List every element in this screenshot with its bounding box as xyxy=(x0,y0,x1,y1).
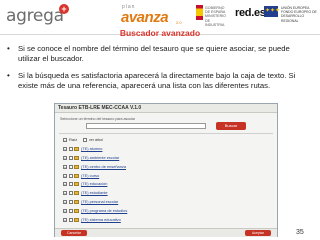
slide-title: Buscador avanzado xyxy=(119,28,201,38)
bullet-text: Si se conoce el nombre del término del t… xyxy=(18,44,290,63)
bullet-dot-icon: • xyxy=(7,71,10,80)
cancel-button[interactable]: Cancelar xyxy=(61,230,87,236)
tree-item-checkbox[interactable] xyxy=(69,218,73,223)
thesaurus-hint: Seleccione un término del tesauro para a… xyxy=(60,117,136,121)
tree-item-label[interactable]: (TE) curso xyxy=(81,173,99,179)
tree-item-checkbox[interactable] xyxy=(69,155,73,160)
tree-item-label[interactable]: (TE) estudiante xyxy=(81,190,108,196)
thesaurus-search-row: Buscar xyxy=(60,122,272,130)
tree-item-checkbox[interactable] xyxy=(69,173,73,178)
bullet-item: • Si la búsqueda es satisfactoria aparec… xyxy=(6,71,312,91)
expand-icon[interactable]: + xyxy=(63,191,67,196)
page-number: 35 xyxy=(296,229,304,236)
eu-logo-text: UNIÓN EUROPEA FONDO EUROPEO DE DESARROLL… xyxy=(281,6,317,23)
tree-item[interactable]: + (TE) alumno xyxy=(63,146,263,153)
tree-item-label[interactable]: (TE) educación xyxy=(81,181,107,187)
thesaurus-title-bar: Tesauro ETB-LRE MEC-CCAA V.1.0 xyxy=(55,104,277,113)
tree-root-label: Raíz xyxy=(69,137,78,142)
agrega-plus-icon: + xyxy=(59,4,69,14)
tree-item[interactable]: + (TE) programa de estudios xyxy=(63,208,263,215)
expand-icon[interactable]: + xyxy=(63,155,67,160)
tree-item[interactable]: + (TE) curso xyxy=(63,173,263,180)
folder-icon xyxy=(74,173,79,178)
thesaurus-divider xyxy=(59,133,273,134)
tree-item-label[interactable]: (TE) centro de enseñanza xyxy=(81,164,126,170)
tree-item-checkbox[interactable] xyxy=(69,209,73,214)
thesaurus-search-button[interactable]: Buscar xyxy=(216,122,246,130)
expand-icon[interactable]: + xyxy=(63,218,67,223)
tree-item-checkbox[interactable] xyxy=(69,191,73,196)
tree-item-checkbox[interactable] xyxy=(69,164,73,169)
folder-icon xyxy=(74,191,79,196)
folder-icon xyxy=(74,155,79,160)
tree-item-label[interactable]: (TE) personal escolar xyxy=(81,199,118,205)
folder-icon xyxy=(74,182,79,187)
expand-icon[interactable]: + xyxy=(63,146,67,151)
avanza-version: 2.0 xyxy=(176,20,182,25)
bullet-dot-icon: • xyxy=(7,44,10,53)
tree-root-checkbox[interactable] xyxy=(83,138,87,142)
tree-item[interactable]: + (TE) personal escolar xyxy=(63,199,263,206)
tree-item-label[interactable]: (TE) alumno xyxy=(81,146,102,152)
expand-icon[interactable]: + xyxy=(63,200,67,205)
tree-item[interactable]: + (TE) estudiante xyxy=(63,190,263,197)
tree-item-checkbox[interactable] xyxy=(69,146,73,151)
collapse-icon[interactable]: − xyxy=(63,138,67,142)
bullet-list: • Si se conoce el nombre del término del… xyxy=(6,44,312,98)
tree-item[interactable]: + (TE) sistema educativo xyxy=(63,217,263,224)
tree-item[interactable]: + (TE) ambiente escolar xyxy=(63,155,263,162)
tree-item[interactable]: + (TE) educación xyxy=(63,181,263,188)
folder-icon xyxy=(74,146,79,151)
tree-root-link[interactable]: ver árbol xyxy=(89,137,103,143)
thesaurus-footer: Cancelar Aceptar xyxy=(55,228,277,237)
folder-icon xyxy=(74,200,79,205)
tree-item-label[interactable]: (TE) sistema educativo xyxy=(81,217,121,223)
government-logo-text: GOBIERNO DE ESPAÑA MINISTERIO DE INDUSTR… xyxy=(205,6,226,27)
thesaurus-search-input[interactable] xyxy=(86,123,206,129)
expand-icon[interactable]: + xyxy=(63,173,67,178)
spain-flag-icon xyxy=(196,5,203,20)
folder-icon xyxy=(74,218,79,223)
expand-icon[interactable]: + xyxy=(63,164,67,169)
reds-logo: red.es xyxy=(235,7,266,19)
agrega-logo: agrega xyxy=(6,6,64,26)
thesaurus-window-title: Tesauro ETB-LRE MEC-CCAA V.1.0 xyxy=(58,105,142,111)
folder-icon xyxy=(74,164,79,169)
tree-item[interactable]: + (TE) centro de enseñanza xyxy=(63,164,263,171)
expand-icon[interactable]: + xyxy=(63,209,67,214)
tree-item-label[interactable]: (TE) programa de estudios xyxy=(81,208,127,214)
avanza-logo: avanza xyxy=(121,9,169,26)
expand-icon[interactable]: + xyxy=(63,182,67,187)
eu-flag-icon: ✦✦✦ xyxy=(264,6,280,17)
tree-item-checkbox[interactable] xyxy=(69,200,73,205)
tree-item-label[interactable]: (TE) ambiente escolar xyxy=(81,155,119,161)
bullet-text: Si la búsqueda es satisfactoria aparecer… xyxy=(18,71,296,90)
thesaurus-screenshot: Tesauro ETB-LRE MEC-CCAA V.1.0 Seleccion… xyxy=(54,103,278,237)
folder-icon xyxy=(74,209,79,214)
government-logo: GOBIERNO DE ESPAÑA MINISTERIO DE INDUSTR… xyxy=(196,5,226,27)
bullet-item: • Si se conoce el nombre del término del… xyxy=(6,44,312,64)
thesaurus-tree: − Raíz ver árbol + (TE) alumno + (TE) am… xyxy=(63,137,263,226)
tree-root[interactable]: − Raíz ver árbol xyxy=(63,137,263,144)
accept-button[interactable]: Aceptar xyxy=(245,230,271,236)
tree-item-checkbox[interactable] xyxy=(69,182,73,187)
